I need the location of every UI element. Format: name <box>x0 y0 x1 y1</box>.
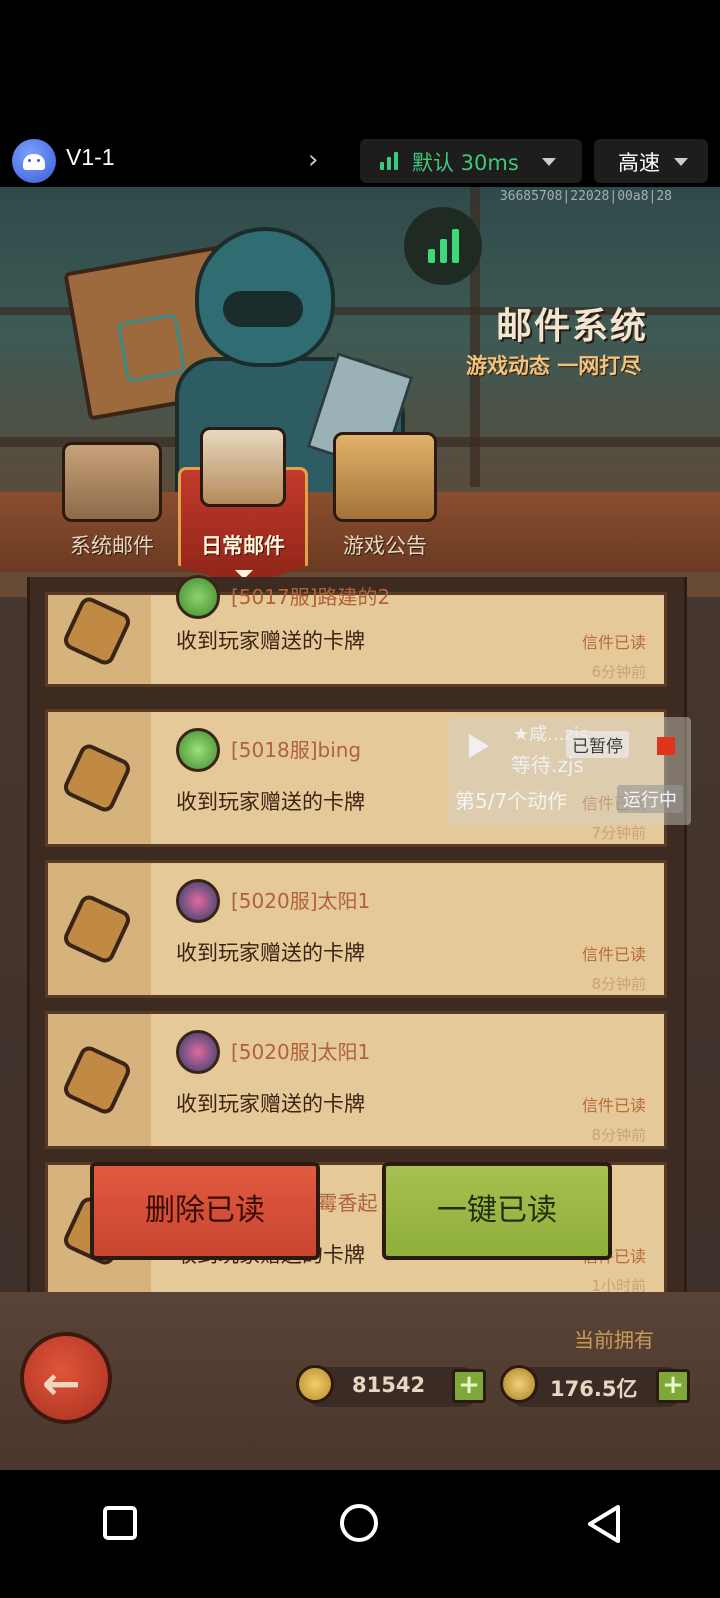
emulator-title[interactable]: V1-1 <box>66 144 115 171</box>
plus-icon[interactable]: + <box>656 1369 690 1403</box>
mail-sender: [5017服]路建的2 <box>231 585 391 609</box>
network-selector[interactable]: 默认 30ms <box>360 139 582 183</box>
android-icon[interactable] <box>12 139 56 183</box>
mailbox-icon <box>62 442 162 522</box>
tab-system-mail[interactable]: 系统邮件 <box>58 442 166 562</box>
read-all-button[interactable]: 一键已读 <box>382 1162 612 1260</box>
speed-selector[interactable]: 高速 <box>594 139 708 183</box>
back-arrow-icon: ← <box>42 1356 81 1410</box>
mail-time: 8分钟前 <box>591 1126 646 1144</box>
running-badge: 运行中 <box>617 785 683 813</box>
game-viewport: 邮件系统 游戏动态 一网打尽 36685708|22028|00a8|28 系统… <box>0 187 720 1470</box>
home-circle-icon[interactable] <box>340 1504 378 1542</box>
letter-box-icon <box>200 427 286 507</box>
system-nav-bar <box>0 1470 720 1598</box>
plus-icon[interactable]: + <box>452 1369 486 1403</box>
back-button[interactable]: ← <box>20 1332 112 1424</box>
radio-icon <box>333 432 437 522</box>
speed-label: 高速 <box>618 151 660 175</box>
courier-head-illustration <box>195 227 335 367</box>
daily-mail-icon-wrap <box>200 427 290 517</box>
mail-subject: 收到玩家赠送的卡牌 <box>176 1092 365 1116</box>
card-count: 81542 <box>352 1373 426 1397</box>
chevron-right-icon[interactable]: › <box>308 145 318 175</box>
step-counter: 第5/7个动作 <box>455 789 568 813</box>
coin-count: 176.5亿 <box>550 1377 638 1401</box>
automation-panel[interactable]: ★咸...zjs 已暂停 等待.zjs 第5/7个动作 运行中 <box>449 717 691 825</box>
banner-subtitle: 游戏动态 一网打尽 <box>466 354 642 378</box>
coin-currency: 176.5亿 + <box>500 1365 690 1407</box>
tab-label: 系统邮件 <box>70 534 154 558</box>
card-currency-icon <box>296 1365 334 1403</box>
emulator-toolbar: V1-1 › 默认 30ms 高速 <box>0 135 720 187</box>
mail-item[interactable]: [5017服]路建的2 收到玩家赠送的卡牌 信件已读 6分钟前 <box>45 575 667 687</box>
mail-status: 信件已读 <box>581 945 646 964</box>
banner-title: 邮件系统 <box>496 306 649 347</box>
currency-label: 当前拥有 <box>574 1328 654 1352</box>
avatar <box>176 879 220 923</box>
mail-subject: 收到玩家赠送的卡牌 <box>176 790 365 814</box>
avatar <box>176 1030 220 1074</box>
mail-time: 8分钟前 <box>591 975 646 993</box>
mail-item[interactable]: [5020服]太阳1 收到玩家赠送的卡牌 信件已读 8分钟前 <box>45 1011 667 1149</box>
mail-time: 6分钟前 <box>591 663 646 681</box>
tab-game-notice[interactable]: 游戏公告 <box>330 432 440 562</box>
delete-read-button[interactable]: 删除已读 <box>90 1162 320 1260</box>
script-file: 等待.zjs <box>511 753 584 777</box>
stop-icon[interactable] <box>657 737 675 755</box>
card-currency: 81542 + <box>296 1365 486 1407</box>
signal-bars-icon <box>380 152 400 170</box>
network-label: 默认 30ms <box>412 151 519 175</box>
signal-icon[interactable] <box>404 207 482 285</box>
avatar <box>176 575 220 619</box>
mail-subject: 收到玩家赠送的卡牌 <box>176 941 365 965</box>
mail-sender: [5020服]太阳1 <box>231 889 371 913</box>
mail-item[interactable]: [5020服]太阳1 收到玩家赠送的卡牌 信件已读 8分钟前 <box>45 860 667 998</box>
status-area <box>0 0 720 135</box>
device-id-text: 36685708|22028|00a8|28 <box>499 189 672 204</box>
mail-status: 信件已读 <box>581 633 646 652</box>
mail-time: 7分钟前 <box>591 824 646 842</box>
play-icon[interactable] <box>469 734 489 758</box>
mail-sender: [5018服]bing <box>231 738 362 762</box>
avatar <box>176 728 220 772</box>
mail-sender: [5020服]太阳1 <box>231 1040 371 1064</box>
tab-label: 游戏公告 <box>343 534 427 558</box>
recents-square-icon[interactable] <box>103 1506 137 1540</box>
tab-label-active: 日常邮件 <box>201 534 285 558</box>
dropdown-arrow-icon <box>542 158 556 166</box>
dropdown-arrow-icon <box>674 158 688 166</box>
coin-icon <box>500 1365 538 1403</box>
mail-status: 信件已读 <box>581 1096 646 1115</box>
back-triangle-icon[interactable] <box>586 1504 622 1544</box>
mail-subject: 收到玩家赠送的卡牌 <box>176 629 365 653</box>
